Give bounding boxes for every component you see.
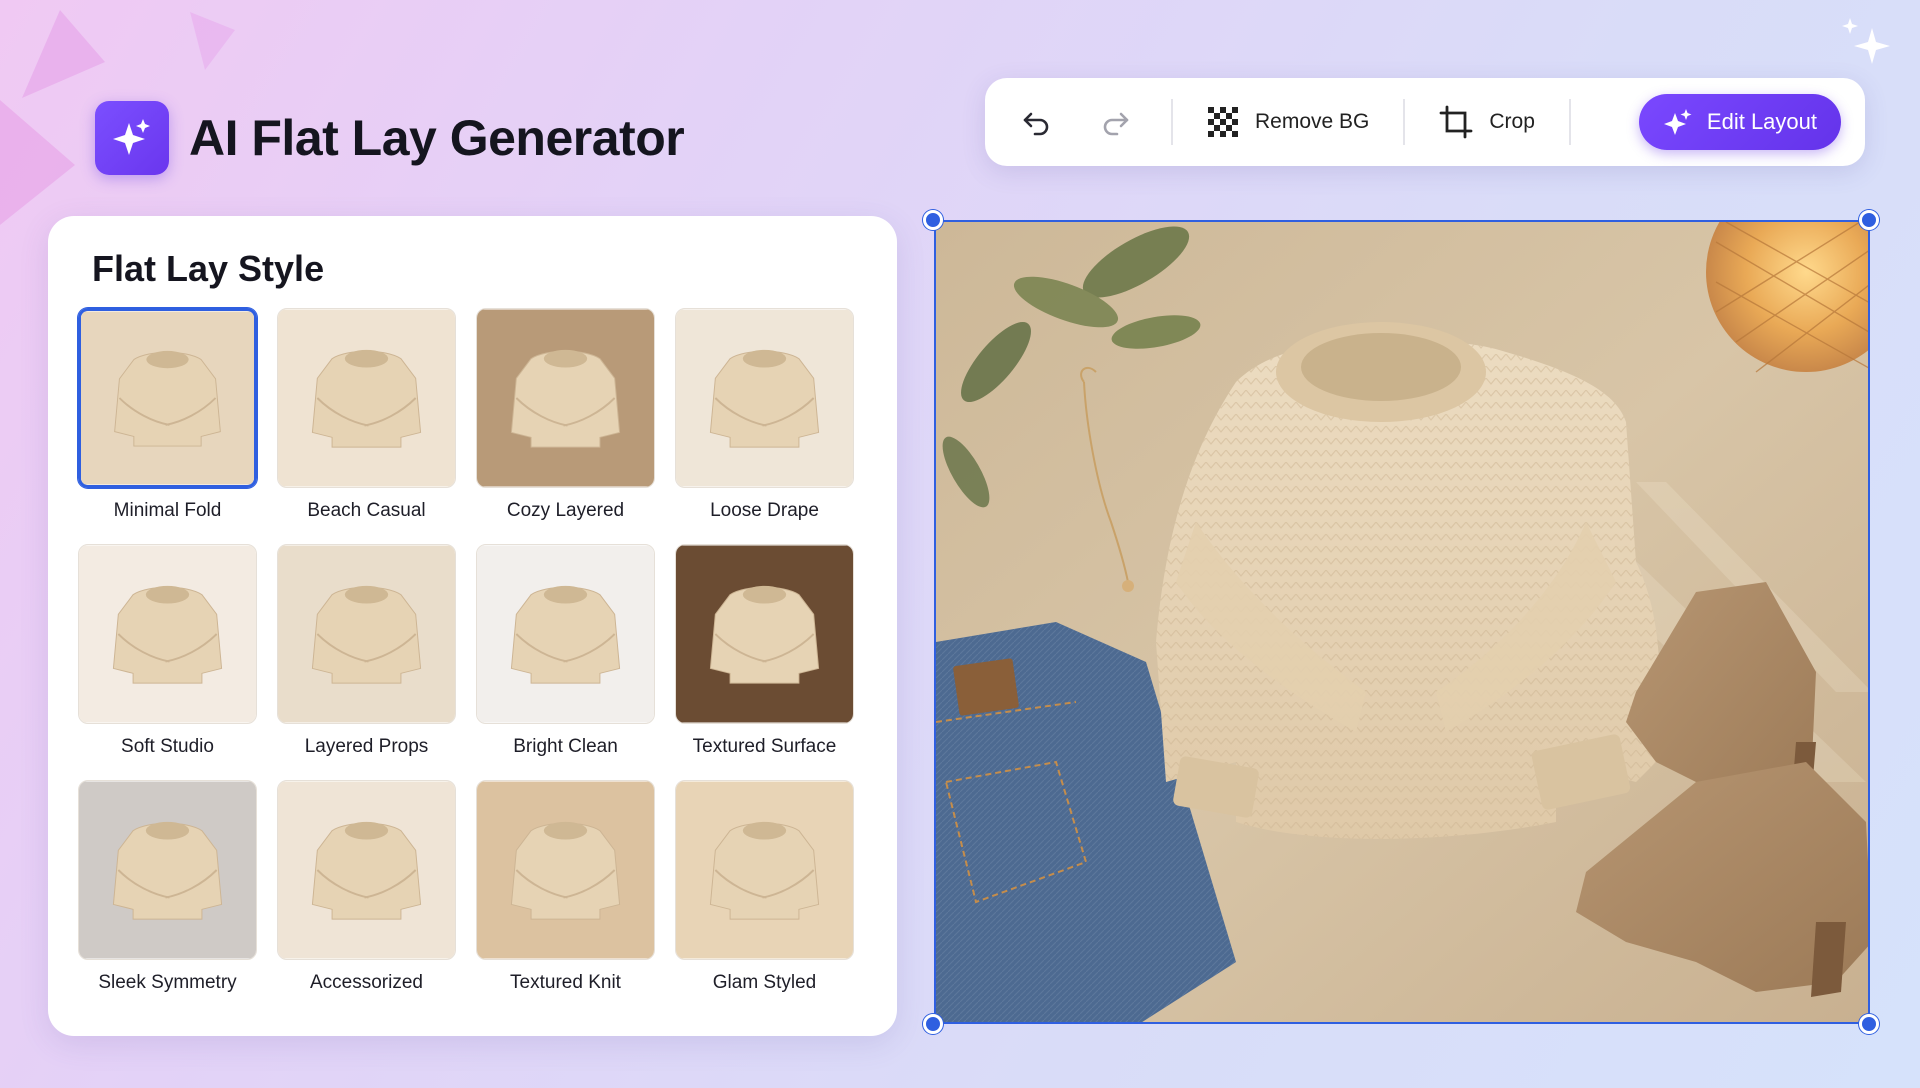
flat-lay-style-panel: Flat Lay Style Minimal Fold Beach Casual C… [48, 216, 897, 1036]
style-option[interactable]: Minimal Fold [78, 308, 257, 544]
redo-button[interactable] [1087, 94, 1143, 150]
sweater-thumbnail-image [477, 781, 654, 959]
sweater-thumbnail-image [278, 309, 455, 487]
crop-label: Crop [1489, 110, 1535, 133]
style-option[interactable]: Accessorized [277, 780, 456, 1016]
redo-icon [1103, 112, 1129, 136]
style-thumbnail [277, 308, 456, 488]
sweater-thumbnail-image [278, 781, 455, 959]
sweater-thumbnail-image [676, 781, 853, 959]
sweater-thumbnail-image [81, 311, 254, 485]
sweater-thumbnail-image [278, 545, 455, 723]
style-option-label: Cozy Layered [506, 500, 625, 521]
sweater-thumbnail-image [676, 545, 853, 723]
style-option[interactable]: Glam Styled [675, 780, 854, 1016]
style-option-label: Soft Studio [121, 736, 214, 757]
style-option-label: Minimal Fold [113, 500, 222, 521]
edit-layout-label: Edit Layout [1706, 109, 1817, 134]
style-option-label: Layered Props [304, 736, 429, 757]
editor-toolbar: Remove BG Crop Edit Layout [985, 78, 1865, 166]
style-thumbnail [78, 544, 257, 724]
checkerboard-icon [1208, 107, 1238, 137]
style-thumbnail [476, 308, 655, 488]
app-logo [95, 101, 169, 175]
crop-button[interactable]: Crop [1433, 97, 1541, 147]
remove-bg-label: Remove BG [1255, 110, 1370, 133]
app-header: AI Flat Lay Generator [95, 101, 685, 175]
style-grid-row: Soft Studio Layered Props Bright Clean Text… [78, 544, 878, 780]
style-option-label: Sleek Symmetry [98, 972, 237, 993]
style-thumbnail [476, 544, 655, 724]
preview-canvas[interactable] [934, 220, 1870, 1024]
resize-handle-top-right[interactable] [1859, 210, 1879, 230]
style-option[interactable]: Loose Drape [675, 308, 854, 544]
style-grid-row: Minimal Fold Beach Casual Cozy Layered Loos… [78, 308, 878, 544]
style-option[interactable]: Bright Clean [476, 544, 655, 780]
style-thumbnail [675, 308, 854, 488]
sparkle-decoration-icon [1842, 18, 1890, 64]
style-option[interactable]: Textured Surface [675, 544, 854, 780]
undo-icon [1023, 112, 1049, 136]
resize-handle-top-left[interactable] [923, 210, 943, 230]
resize-handle-bottom-right[interactable] [1859, 1014, 1879, 1034]
style-grid: Minimal Fold Beach Casual Cozy Layered Loos… [78, 308, 878, 1016]
style-thumbnail [277, 780, 456, 960]
edit-layout-button[interactable]: Edit Layout [1638, 94, 1841, 150]
style-thumbnail [78, 780, 257, 960]
style-thumbnail [277, 544, 456, 724]
style-thumbnail [476, 780, 655, 960]
remove-bg-button[interactable]: Remove BG [1201, 98, 1375, 146]
style-option[interactable]: Textured Knit [476, 780, 655, 1016]
style-option-label: Textured Knit [510, 972, 621, 993]
sweater-thumbnail-image [79, 781, 256, 959]
style-option-label: Bright Clean [513, 736, 618, 757]
style-grid-row: Sleek Symmetry Accessorized Textured Knit G… [78, 780, 878, 1016]
style-option[interactable]: Layered Props [277, 544, 456, 780]
style-option-label: Textured Surface [692, 736, 837, 757]
style-option[interactable]: Soft Studio [78, 544, 257, 780]
toolbar-divider [1171, 99, 1173, 145]
style-option-label: Glam Styled [712, 972, 817, 993]
style-option[interactable]: Beach Casual [277, 308, 456, 544]
style-option-label: Loose Drape [710, 500, 819, 521]
toolbar-divider [1403, 99, 1406, 145]
style-option[interactable]: Sleek Symmetry [78, 780, 257, 1016]
style-thumbnail [675, 780, 854, 960]
sparkle-icon [113, 119, 150, 155]
style-thumbnail [78, 308, 257, 488]
sweater-thumbnail-image [79, 545, 256, 723]
flat-lay-preview-image [936, 222, 1868, 1022]
panel-title: Flat Lay Style [92, 248, 325, 289]
style-option-label: Beach Casual [307, 500, 426, 521]
sweater-thumbnail-image [676, 309, 853, 487]
app-title: AI Flat Lay Generator [189, 110, 685, 166]
style-option-label: Accessorized [310, 972, 423, 993]
resize-handle-bottom-left[interactable] [923, 1014, 943, 1034]
style-thumbnail [675, 544, 854, 724]
style-option[interactable]: Cozy Layered [476, 308, 655, 544]
undo-button[interactable] [1009, 94, 1065, 150]
toolbar-divider [1568, 99, 1571, 145]
sparkle-icon [1663, 109, 1692, 135]
crop-icon [1439, 105, 1473, 139]
sweater-thumbnail-image [477, 545, 654, 723]
sweater-thumbnail-image [477, 309, 654, 487]
